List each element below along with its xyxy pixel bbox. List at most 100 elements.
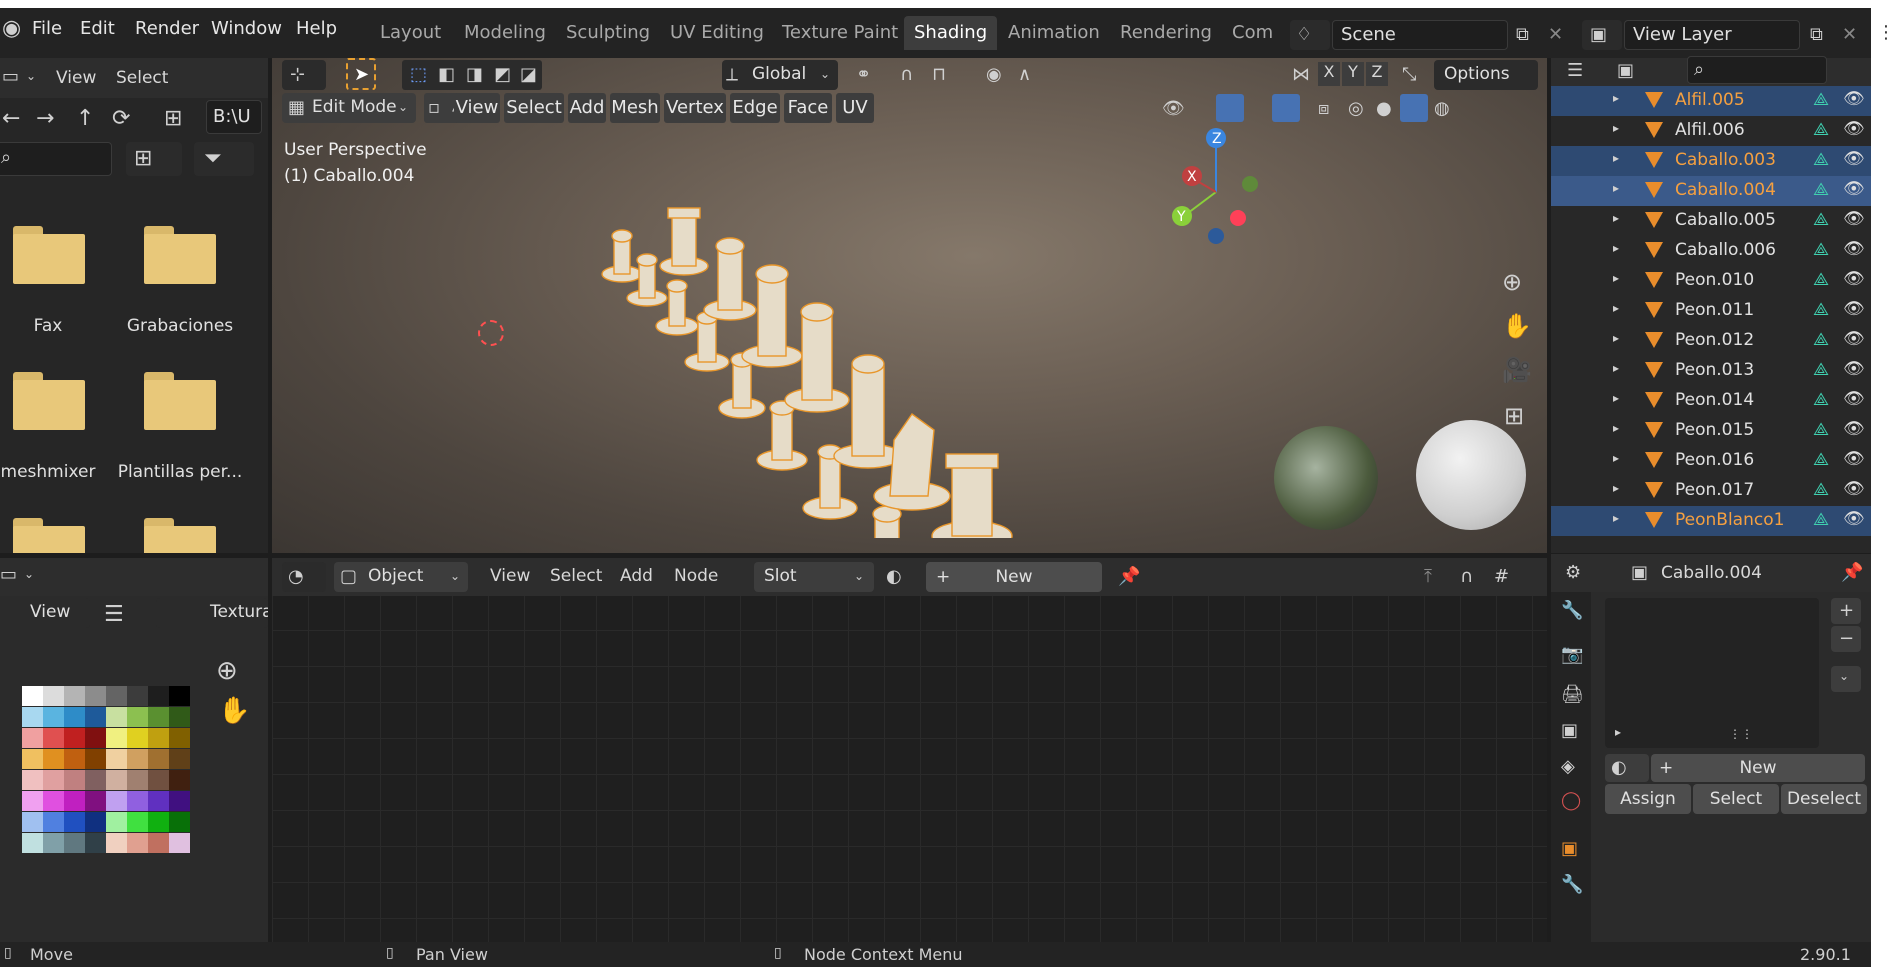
palette-swatch[interactable] [43,686,64,706]
palette-swatch[interactable] [148,749,169,769]
outliner-item[interactable]: ▸ Alfil.006 ⟁ 👁 [1551,116,1871,146]
eye-icon[interactable]: 👁 [1843,419,1865,439]
parent-directory-icon[interactable]: ↑ [76,108,94,130]
menu-render[interactable]: Render [135,18,199,39]
file-browser-view-menu[interactable]: View [56,68,96,88]
palette-swatch[interactable] [64,707,85,727]
palette-swatch[interactable] [106,770,127,790]
expand-arrow-icon[interactable]: ▸ [1613,182,1619,194]
overlay-toggle-icon[interactable] [1272,94,1300,122]
eye-icon[interactable]: 👁 [1843,359,1865,379]
select-button[interactable]: Select [1693,784,1779,814]
outliner-item-name[interactable]: Caballo.005 [1675,210,1776,230]
menu-edit[interactable]: Edit [80,18,115,39]
outliner-item-name[interactable]: Peon.013 [1675,360,1754,380]
palette-swatch[interactable] [85,770,106,790]
palette-swatch[interactable] [85,728,106,748]
close-view-layer-icon[interactable]: ✕ [1842,26,1857,44]
display-mode-icon[interactable]: ▣ [1617,62,1634,80]
scene-name-field[interactable]: Scene [1332,20,1508,50]
back-arrow-icon[interactable]: ← [2,108,20,130]
folder-label-meshmixer[interactable]: meshmixer [0,462,118,482]
select-tool-button[interactable]: ➤ [346,58,376,90]
palette-swatch[interactable] [43,749,64,769]
pin-icon[interactable]: 📌 [1118,568,1140,586]
palette-swatch[interactable] [22,749,43,769]
tab-sculpting[interactable]: Sculpting [556,16,660,50]
palette-swatch[interactable] [106,833,127,853]
outliner-item[interactable]: ▸ PeonBlanco1 ⟁ 👁 [1551,506,1871,536]
outliner-item-name[interactable]: Caballo.004 [1675,180,1776,200]
filter-button[interactable]: ⏷ [194,142,254,176]
add-slot-button[interactable]: + [1831,598,1861,624]
outliner-search-input[interactable]: ⌕ [1687,56,1827,84]
wireframe-shading-icon[interactable]: ◎ [1348,100,1364,118]
editor-type-button[interactable]: ◔ [282,562,326,592]
material-slots-list[interactable]: ▸ ⋮⋮ [1605,598,1819,748]
palette-swatch[interactable] [127,749,148,769]
shader-type-dropdown[interactable]: ▢ Object ⌄ [334,562,468,592]
palette-swatch[interactable] [22,728,43,748]
browse-material-button[interactable]: ◐ [1605,754,1649,782]
solid-shading-icon[interactable]: ● [1376,100,1392,118]
properties-new-material-button[interactable]: + New [1651,754,1865,782]
snap-grid-icon[interactable]: # [1494,568,1509,586]
mesh-data-icon[interactable]: ⟁ [1813,149,1829,170]
node-menu-view[interactable]: View [490,566,530,586]
material-icon[interactable]: ◐ [886,568,902,586]
hand-pan-icon[interactable]: ✋ [1502,314,1532,338]
remove-slot-button[interactable]: − [1831,626,1861,652]
proportional-editing-icon[interactable]: ◉ [986,66,1002,84]
close-scene-icon[interactable]: ✕ [1548,26,1563,44]
expand-arrow-icon[interactable]: ▸ [1613,152,1619,164]
pin-icon[interactable]: 📌 [1841,564,1863,582]
palette-swatch[interactable] [43,833,64,853]
outliner-editor-icon[interactable]: ☰ [1567,62,1583,80]
palette-swatch[interactable] [22,707,43,727]
outliner-item-name[interactable]: Peon.015 [1675,420,1754,440]
eye-icon[interactable]: 👁 [1843,149,1865,169]
select-extend-icon[interactable]: ◧ [438,66,455,84]
palette-swatch[interactable] [148,791,169,811]
chevron-down-icon[interactable]: ⌄ [26,70,36,82]
eye-icon[interactable]: 👁 [1843,449,1865,469]
palette-swatch[interactable] [106,812,127,832]
object-tab-icon[interactable]: ▣ [1561,840,1578,858]
outliner-item[interactable]: ▸ Caballo.006 ⟁ 👁 [1551,236,1871,266]
node-menu-node[interactable]: Node [674,566,718,586]
palette-swatch[interactable] [148,812,169,832]
tab-uv-editing[interactable]: UV Editing [660,16,774,50]
mesh-data-icon[interactable]: ⟁ [1813,89,1829,110]
view-layer-selector-button[interactable]: ▣ [1582,20,1622,50]
outliner-item-name[interactable]: Peon.011 [1675,300,1754,320]
refresh-icon[interactable]: ⟳ [112,108,130,130]
mesh-data-icon[interactable]: ⟁ [1813,359,1829,380]
chevron-down-icon[interactable]: ⌄ [24,568,34,580]
folder-meshmixer-icon[interactable] [13,372,85,430]
material-preview-icon[interactable] [1400,94,1428,122]
expand-arrow-icon[interactable]: ▸ [1613,122,1619,134]
outliner-item-name[interactable]: Caballo.003 [1675,150,1776,170]
palette-swatch[interactable] [64,770,85,790]
folder-label-grabaciones[interactable]: Grabaciones [110,316,250,336]
palette-swatch[interactable] [64,749,85,769]
outliner-item-name[interactable]: Peon.010 [1675,270,1754,290]
expand-arrow-icon[interactable]: ▸ [1613,482,1619,494]
outliner-item-name[interactable]: Alfil.005 [1675,90,1745,110]
mesh-data-icon[interactable]: ⟁ [1813,329,1829,350]
camera-icon[interactable]: 🎥 [1502,358,1532,382]
outliner-item-name[interactable]: Caballo.006 [1675,240,1776,260]
palette-swatch[interactable] [127,812,148,832]
palette-swatch[interactable] [169,707,190,727]
palette-swatch[interactable] [148,707,169,727]
palette-swatch[interactable] [64,686,85,706]
mesh-data-icon[interactable]: ⟁ [1813,419,1829,440]
palette-swatch[interactable] [169,728,190,748]
palette-swatch[interactable] [127,728,148,748]
vertex-select-icon[interactable]: ▫ [428,99,440,117]
mesh-data-icon[interactable]: ⟁ [1813,389,1829,410]
palette-swatch[interactable] [148,770,169,790]
palette-swatch[interactable] [148,686,169,706]
eye-icon[interactable]: 👁 [1843,89,1865,109]
copy-view-layer-icon[interactable]: ⧉ [1810,26,1823,44]
